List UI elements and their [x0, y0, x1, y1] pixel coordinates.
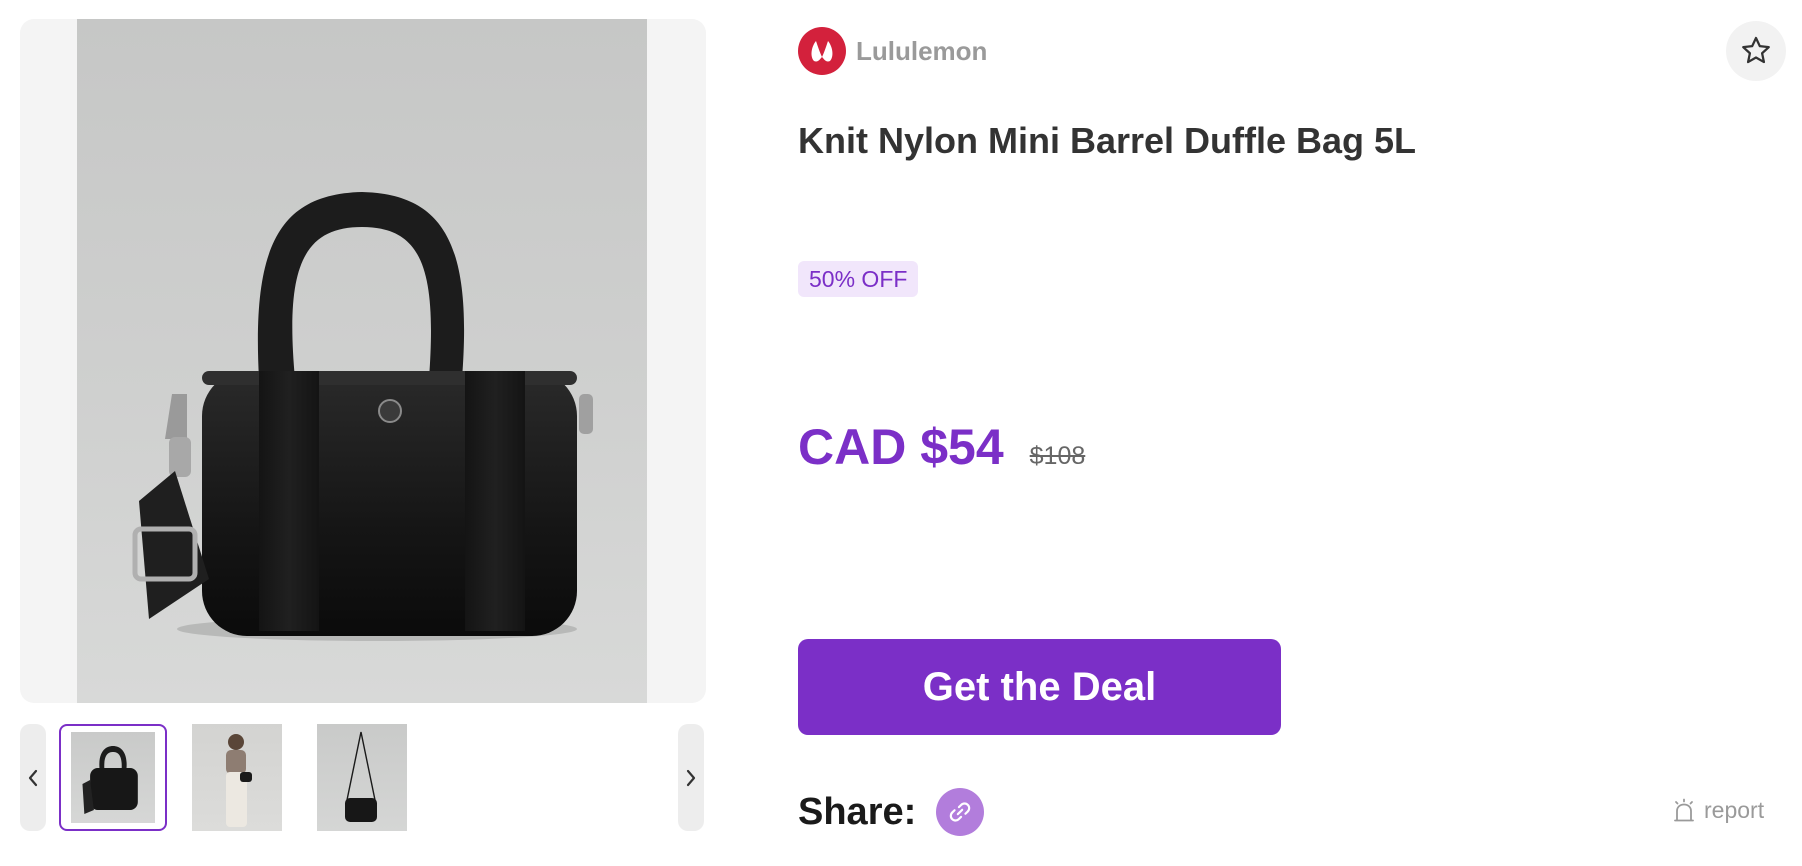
bag-front-thumb	[82, 746, 138, 814]
brand-name: Lululemon	[856, 35, 988, 66]
thumbnail-prev-button[interactable]	[20, 724, 46, 831]
chevron-right-icon	[686, 769, 696, 786]
price-row: CAD $54 $108	[798, 418, 1085, 476]
thumbnail-next-button[interactable]	[678, 724, 704, 831]
thumbnail-1-image	[71, 732, 155, 823]
share-row: Share:	[798, 788, 985, 836]
chevron-left-icon	[28, 769, 38, 786]
duffle-bag-illustration	[132, 192, 593, 641]
alarm-icon	[1674, 798, 1694, 821]
thumbnail-1[interactable]	[59, 724, 167, 831]
link-icon	[950, 802, 971, 822]
discount-badge: 50% OFF	[798, 261, 919, 297]
price-original: $108	[1029, 442, 1086, 470]
price-current: CAD $54	[798, 419, 1004, 475]
thumbnail-2[interactable]	[192, 724, 282, 831]
report-label: report	[1704, 797, 1765, 823]
model-wearing-bag-thumb	[226, 734, 252, 827]
star-icon	[1742, 36, 1770, 64]
lululemon-logo-icon	[798, 27, 846, 75]
product-title: Knit Nylon Mini Barrel Duffle Bag 5L	[798, 120, 1417, 161]
product-image-frame	[20, 19, 706, 703]
product-main-image[interactable]	[77, 19, 647, 703]
thumbnail-3[interactable]	[317, 724, 407, 831]
product-page: Lululemon Knit Nylon Mini Barrel Duffle …	[0, 0, 1802, 866]
share-label: Share:	[798, 790, 917, 833]
brand-link[interactable]: Lululemon	[798, 27, 987, 75]
get-the-deal-button[interactable]: Get the Deal	[798, 639, 1281, 735]
report-link[interactable]: report	[1672, 797, 1764, 824]
bag-with-long-strap-thumb	[345, 731, 377, 822]
copy-link-button[interactable]	[936, 788, 985, 836]
favorite-button[interactable]	[1726, 21, 1786, 81]
